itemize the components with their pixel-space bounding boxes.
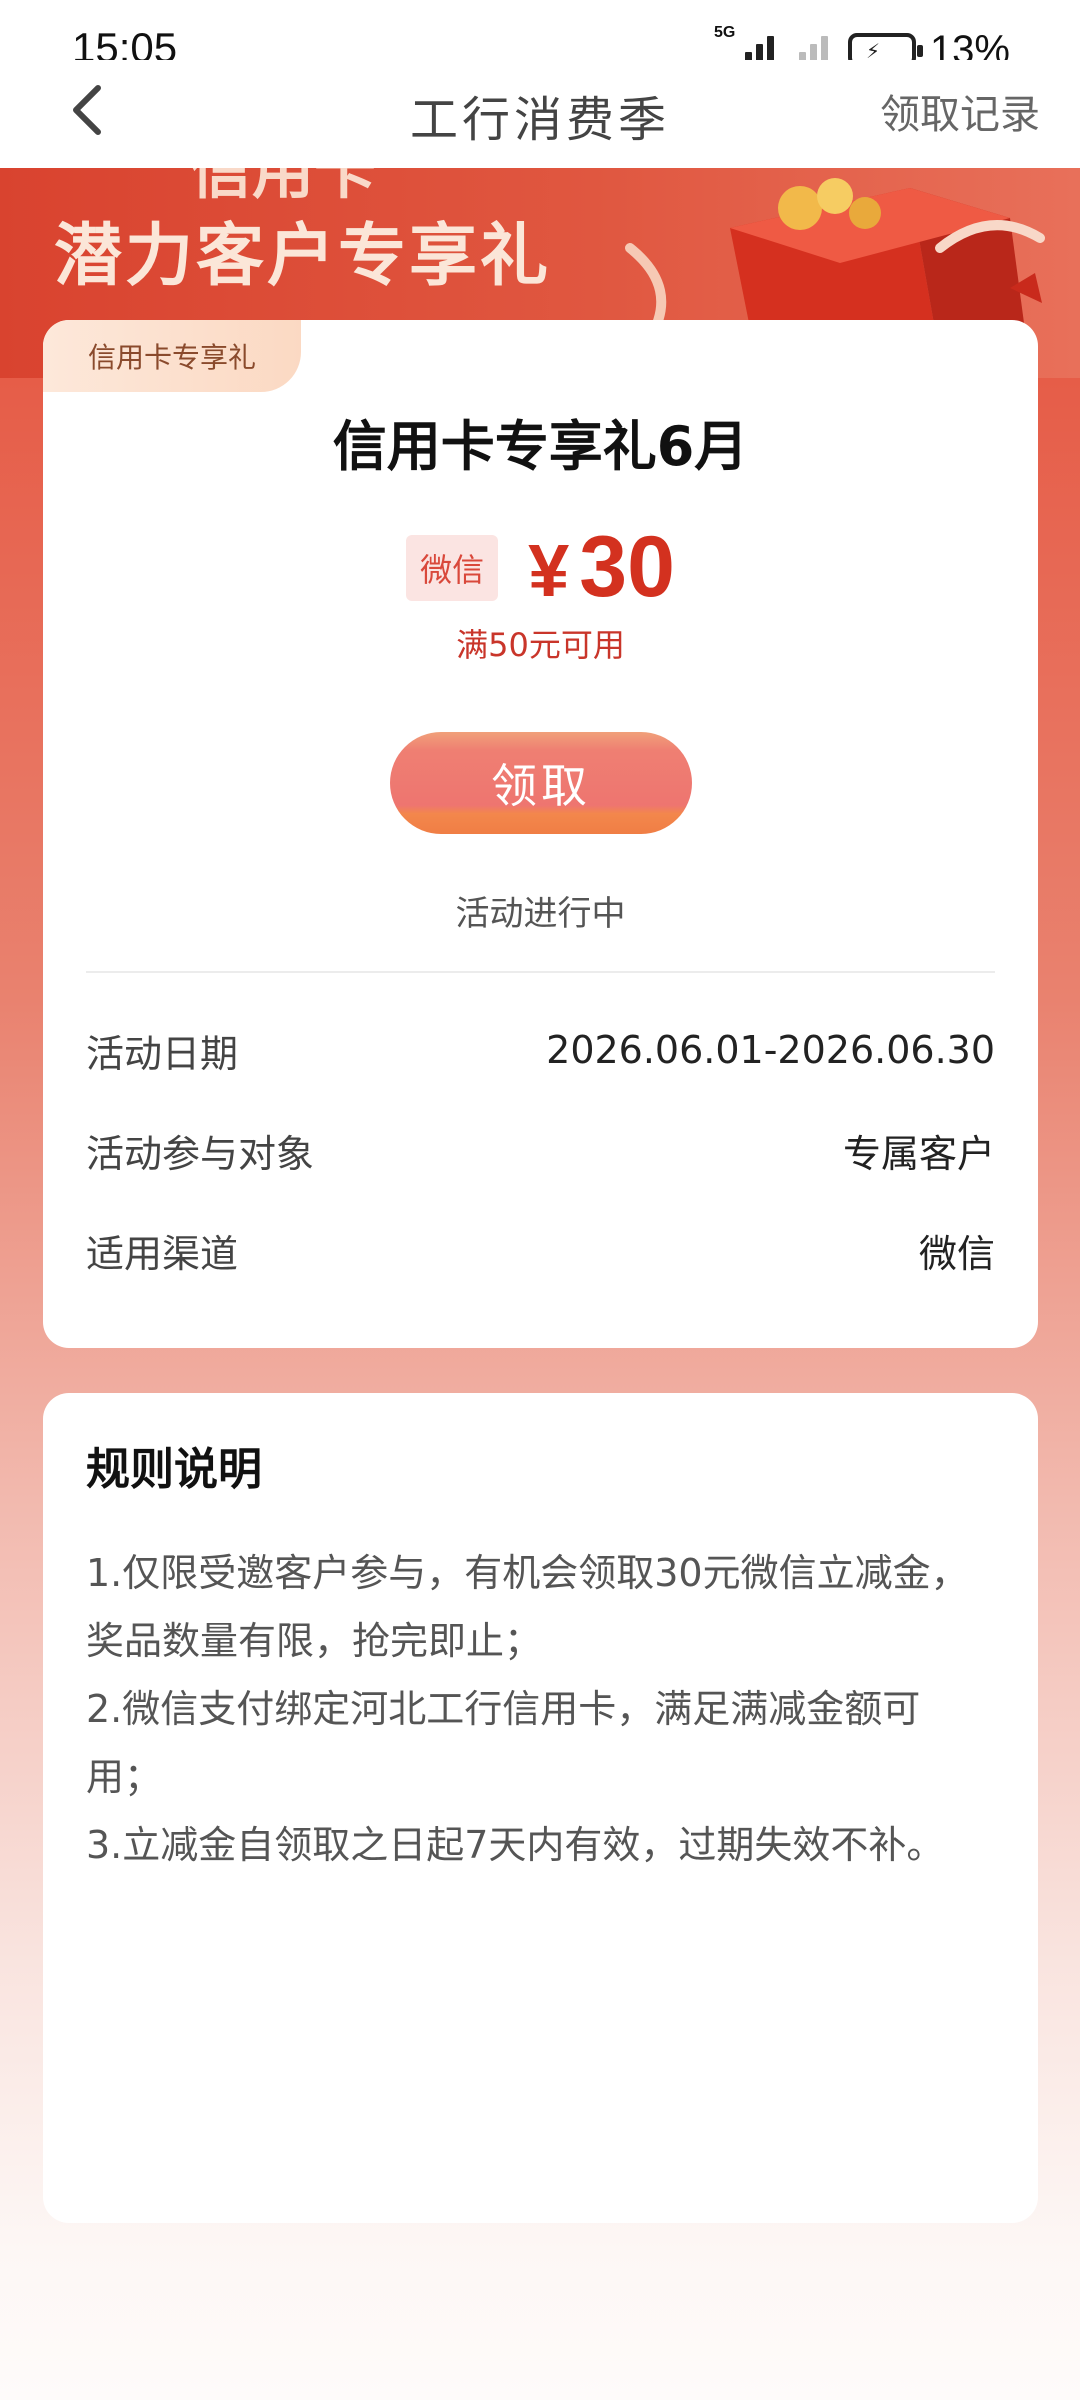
currency-symbol: ¥ (528, 529, 570, 612)
detail-label: 活动日期 (86, 1031, 239, 1076)
network-type-label: 5G (713, 24, 736, 41)
amount-value: 30 (579, 519, 675, 615)
divider (86, 971, 995, 973)
channel-badge: 微信 (406, 534, 499, 601)
activity-status: 活动进行中 (455, 894, 626, 934)
claim-button[interactable]: 领取 (390, 732, 692, 834)
coupon-tag: 信用卡专享礼 (43, 320, 301, 392)
coupon-card: 信用卡专享礼 信用卡专享礼6月 微信 ¥30 满50元可用 领取 活动进行中 活… (43, 320, 1038, 1348)
nav-bar: 工行消费季 领取记录 (0, 60, 1080, 168)
rule-item: 3.立减金自领取之日起7天内有效，过期失效不补。 (86, 1823, 945, 1867)
rules-title: 规则说明 (86, 1444, 262, 1495)
coupon-title: 信用卡专享礼6月 (332, 415, 749, 478)
detail-value: 微信 (918, 1231, 995, 1276)
detail-label: 适用渠道 (86, 1231, 239, 1276)
detail-row-audience: 活动参与对象 专属客户 (86, 1120, 995, 1180)
detail-value: 2026.06.01-2026.06.30 (546, 1028, 995, 1072)
amount-row: 微信 ¥30 (43, 518, 1038, 617)
usage-threshold: 满50元可用 (456, 626, 625, 664)
claim-record-link[interactable]: 领取记录 (880, 82, 1040, 140)
detail-row-date: 活动日期 2026.06.01-2026.06.30 (86, 1020, 995, 1080)
detail-label: 活动参与对象 (86, 1131, 315, 1176)
rule-item: 2.微信支付绑定河北工行信用卡，满足满减金额可用； (86, 1687, 921, 1799)
rule-item: 1.仅限受邀客户参与，有机会领取30元微信立减金，奖品数量有限，抢完即止； (86, 1551, 969, 1663)
rules-card: 规则说明 1.仅限受邀客户参与，有机会领取30元微信立减金，奖品数量有限，抢完即… (43, 1393, 1038, 2223)
rules-body: 1.仅限受邀客户参与，有机会领取30元微信立减金，奖品数量有限，抢完即止； 2.… (86, 1539, 995, 1879)
detail-row-channel: 适用渠道 微信 (86, 1220, 995, 1280)
detail-value: 专属客户 (842, 1131, 995, 1176)
banner-line2: 潜力客户专享礼 (54, 216, 552, 296)
coupon-amount: ¥30 (528, 518, 675, 617)
